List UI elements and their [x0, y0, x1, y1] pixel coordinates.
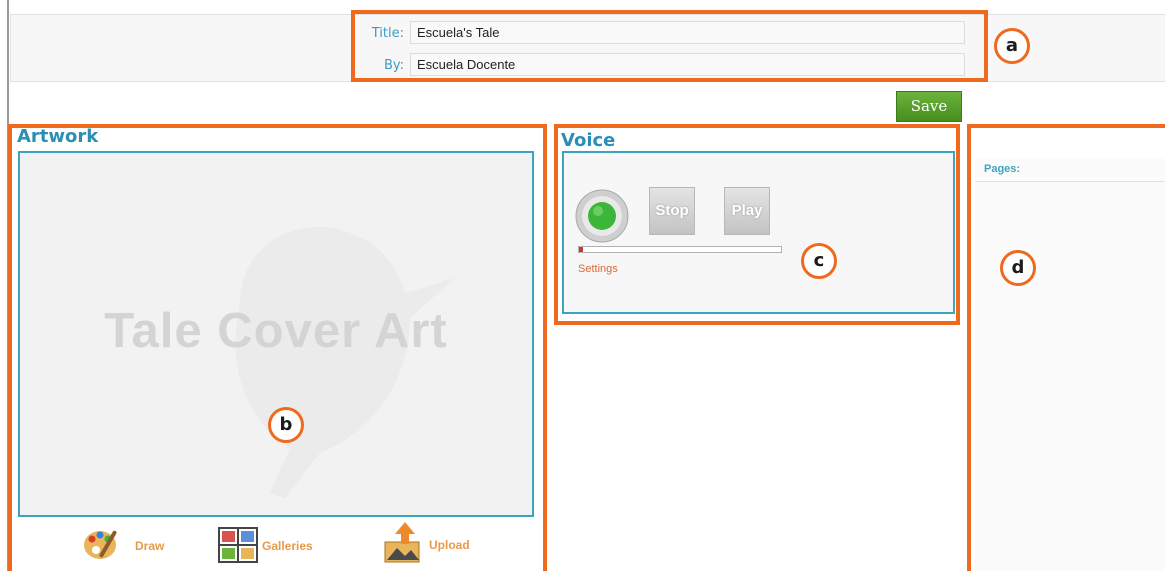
callout-b: b: [268, 407, 304, 443]
callout-d: d: [1000, 250, 1036, 286]
highlight-box-d: [967, 124, 1165, 571]
highlight-box-c: [554, 124, 960, 325]
highlight-box-b: [8, 124, 547, 571]
callout-a: a: [994, 28, 1030, 64]
highlight-box-a: [351, 10, 988, 82]
callout-c: c: [801, 243, 837, 279]
save-button[interactable]: Save: [896, 91, 962, 122]
